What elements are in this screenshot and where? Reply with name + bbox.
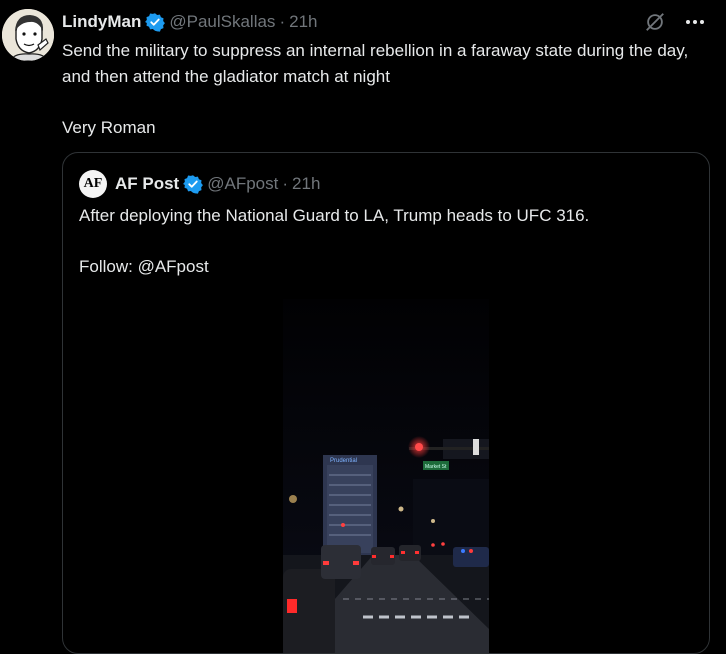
quoted-tweet-header: AF AF Post @AFpost · 21h — [79, 170, 320, 198]
quoted-tweet-text: After deploying the National Guard to LA… — [79, 203, 689, 280]
quoted-author-name[interactable]: AF Post — [115, 174, 179, 194]
street-sign: Market St — [425, 464, 447, 470]
more-icon[interactable] — [682, 10, 708, 34]
tweet-header: LindyMan @PaulSkallas · 21h — [62, 10, 317, 34]
author-name[interactable]: LindyMan — [62, 12, 141, 32]
building-sign: Prudential — [330, 458, 357, 464]
tweet-time[interactable]: 21h — [289, 12, 317, 32]
quoted-author-avatar[interactable]: AF — [79, 170, 107, 198]
quoted-text-line: Follow: @AFpost — [79, 257, 209, 276]
tweet-text: Send the military to suppress an interna… — [62, 38, 712, 140]
video-player[interactable]: Prudential Market St — [283, 299, 489, 653]
tweet-actions-top — [642, 10, 708, 34]
quoted-text-line: After deploying the National Guard to LA… — [79, 206, 590, 225]
quoted-author-handle[interactable]: @AFpost — [207, 174, 278, 194]
tweet-text-line: Very Roman — [62, 117, 156, 137]
grok-icon[interactable] — [642, 10, 668, 34]
author-handle[interactable]: @PaulSkallas — [169, 12, 275, 32]
separator-dot: · — [282, 174, 289, 193]
author-avatar[interactable] — [2, 9, 54, 61]
quoted-tweet-time[interactable]: 21h — [292, 174, 320, 194]
verified-badge-icon[interactable] — [145, 12, 166, 32]
verified-badge-icon[interactable] — [183, 174, 204, 194]
tweet-text-line: Send the military to suppress an interna… — [62, 41, 689, 86]
quoted-tweet[interactable]: AF AF Post @AFpost · 21h After deploying… — [62, 152, 710, 654]
separator-dot: · — [279, 12, 286, 31]
video-frame-image: Prudential Market St — [283, 299, 489, 653]
